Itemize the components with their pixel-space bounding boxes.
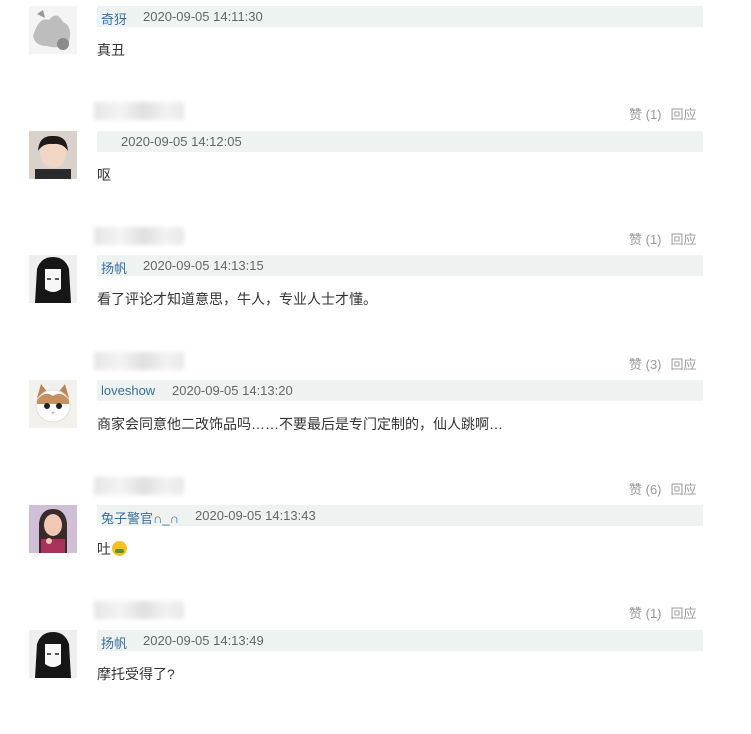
comment-meta-bar: loveshow 2020-09-05 14:13:20: [97, 380, 703, 401]
comment-item: 扬帆 2020-09-05 14:13:49 摩托受得了?: [0, 624, 751, 734]
comment-item: 兔子警官∩_∩ 2020-09-05 14:13:43 吐: [0, 499, 751, 609]
comment-item: 扬帆 2020-09-05 14:13:15 看了评论才知道意思，牛人，专业人士…: [0, 249, 751, 359]
username-link[interactable]: 扬帆: [101, 633, 127, 652]
comment-actions: 赞 (1) 回应: [629, 229, 697, 248]
comment-timestamp: 2020-09-05 14:12:05: [121, 134, 242, 149]
comment-actions: 赞 (1) 回应: [629, 603, 697, 622]
comment-timestamp: 2020-09-05 14:11:30: [143, 9, 263, 24]
avatar[interactable]: [29, 380, 77, 428]
like-button[interactable]: 赞 (6): [629, 479, 662, 498]
vomit-emoji-icon: [112, 541, 127, 556]
like-button[interactable]: 赞 (1): [629, 603, 662, 622]
comment-meta-bar: 兔子警官∩_∩ 2020-09-05 14:13:43: [97, 505, 703, 526]
avatar[interactable]: [29, 255, 77, 303]
comment-meta-bar: 2020-09-05 14:12:05: [97, 131, 703, 152]
username-link[interactable]: 扬帆: [101, 258, 127, 277]
blurred-content: [94, 102, 184, 120]
comment-text: 看了评论才知道意思，牛人，专业人士才懂。: [97, 291, 377, 307]
reply-button[interactable]: 回应: [671, 479, 697, 498]
comment-timestamp: 2020-09-05 14:13:15: [143, 258, 264, 273]
reply-button[interactable]: 回应: [671, 229, 697, 248]
avatar[interactable]: [29, 6, 77, 54]
reply-button[interactable]: 回应: [671, 603, 697, 622]
comment-text: 商家会同意他二改饰品吗……不要最后是专门定制的，仙人跳啊…: [97, 416, 503, 432]
comment-actions: 赞 (6) 回应: [629, 479, 697, 498]
avatar[interactable]: [29, 131, 77, 179]
comment-timestamp: 2020-09-05 14:13:20: [172, 383, 293, 398]
comment-text: 呕: [97, 167, 111, 183]
reply-button[interactable]: 回应: [671, 104, 697, 123]
like-button[interactable]: 赞 (1): [629, 229, 662, 248]
blurred-content: [94, 352, 184, 370]
like-button[interactable]: 赞 (1): [629, 104, 662, 123]
comment-text-content: 吐: [97, 541, 111, 557]
username-link[interactable]: 兔子警官∩_∩: [101, 508, 179, 527]
comment-timestamp: 2020-09-05 14:13:49: [143, 633, 264, 648]
comment-text: 摩托受得了?: [97, 666, 175, 682]
blurred-content: [94, 477, 184, 495]
comment-meta-bar: 扬帆 2020-09-05 14:13:49: [97, 630, 703, 651]
comment-meta-bar: 奇犽 2020-09-05 14:11:30: [97, 6, 703, 27]
comment-item: loveshow 2020-09-05 14:13:20 商家会同意他二改饰品吗…: [0, 374, 751, 484]
comment-text: 真丑: [97, 42, 125, 58]
avatar[interactable]: [29, 630, 77, 678]
avatar[interactable]: [29, 505, 77, 553]
username-link[interactable]: 奇犽: [101, 9, 127, 28]
like-button[interactable]: 赞 (3): [629, 354, 662, 373]
comment-actions: 赞 (1) 回应: [629, 104, 697, 123]
username-link[interactable]: loveshow: [101, 383, 155, 398]
blurred-content: [94, 227, 184, 245]
comment-item: 2020-09-05 14:12:05 呕: [0, 125, 751, 235]
comment-timestamp: 2020-09-05 14:13:43: [195, 508, 316, 523]
comment-text: 吐: [97, 539, 127, 559]
comment-item: 奇犽 2020-09-05 14:11:30 真丑: [0, 0, 751, 110]
comment-actions: 赞 (3) 回应: [629, 354, 697, 373]
comment-meta-bar: 扬帆 2020-09-05 14:13:15: [97, 255, 703, 276]
blurred-content: [94, 601, 184, 619]
reply-button[interactable]: 回应: [671, 354, 697, 373]
